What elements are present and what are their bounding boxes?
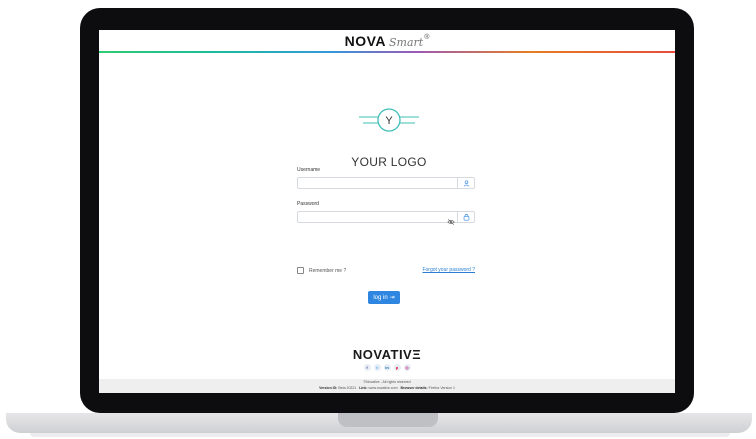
user-icon (457, 178, 474, 188)
lock-icon (457, 212, 474, 222)
copyright-text: ©Novative - All rights reserved (363, 380, 411, 384)
forgot-password-link[interactable]: Forgot your password ? (422, 267, 475, 273)
instagram-icon[interactable]: ◎ (403, 364, 411, 371)
remember-checkbox[interactable] (297, 267, 304, 274)
company-logo: Y YOUR LOGO (339, 103, 439, 173)
version-info: Version ID: Beta 20221 Link: www.novativ… (99, 386, 675, 390)
brand-nova: NOVA (344, 33, 387, 49)
logo-letter: Y (385, 115, 393, 127)
browser-value: Firefox Version 1 (428, 386, 455, 390)
password-input[interactable] (298, 219, 451, 229)
app-header: NOVA Smart® (99, 30, 675, 53)
password-label: Password (297, 201, 319, 207)
app-screen: NOVA Smart® Y YOUR LOGO Username Password (99, 30, 675, 393)
pinterest-icon[interactable]: p (393, 364, 401, 371)
brand-logo: NOVA Smart® (99, 33, 675, 49)
header-color-bar (99, 51, 675, 53)
username-input[interactable] (298, 185, 451, 195)
login-button-label: log in (373, 294, 388, 301)
twitter-icon[interactable]: t (373, 364, 381, 371)
version-value: Beta 20221 (338, 386, 357, 390)
username-field-wrapper (297, 177, 475, 195)
login-arrow-icon: ⇥ (389, 295, 395, 301)
brand-registered-mark: ® (424, 34, 430, 41)
logo-text: YOUR LOGO (351, 155, 427, 169)
username-label: Username (297, 167, 321, 173)
link-value[interactable]: www.novative.com (369, 386, 398, 390)
laptop-notch (338, 413, 438, 427)
browser-label: Browser details: (400, 386, 428, 390)
password-field-wrapper (297, 211, 475, 229)
logo-mark-icon: Y (359, 108, 419, 132)
social-links: f t in p ◎ (99, 364, 675, 371)
facebook-icon[interactable]: f (363, 364, 371, 371)
eye-slash-icon[interactable] (447, 213, 455, 231)
remember-label: Remember me ? (309, 267, 347, 274)
laptop-base-shadow (30, 433, 730, 437)
login-button[interactable]: log in ⇥ (368, 291, 400, 304)
footer-brand: NOVATIVΞ (352, 347, 422, 362)
footer-bar: ©Novative - All rights reserved Version … (99, 379, 675, 393)
brand-smart: Smart (389, 36, 424, 49)
link-label: Link: (359, 386, 368, 390)
linkedin-icon[interactable]: in (383, 364, 391, 371)
version-label: Version ID: (319, 386, 338, 390)
remember-me[interactable]: Remember me ? (297, 267, 346, 274)
